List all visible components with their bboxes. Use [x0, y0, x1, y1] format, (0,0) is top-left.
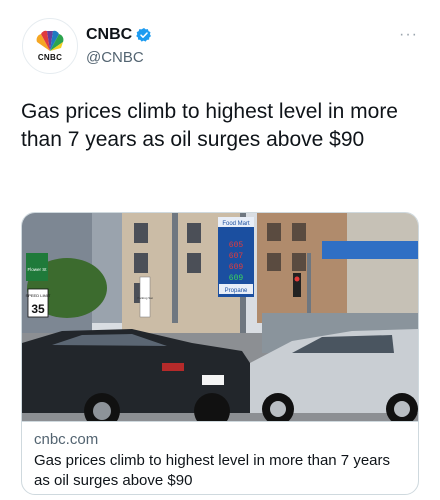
street-sign-text: Flower St: [27, 267, 47, 272]
display-name[interactable]: CNBC: [86, 26, 132, 44]
card-body[interactable]: cnbc.com Gas prices climb to highest lev…: [22, 421, 418, 494]
price-3: 609: [229, 263, 244, 272]
card-image[interactable]: Food Mart 605 607 609 609 Propane Flower…: [22, 213, 419, 421]
parking-sign-text: Parking Sat: [137, 296, 153, 300]
avatar-wordmark: CNBC: [37, 53, 63, 62]
propane-label: Propane: [225, 288, 248, 294]
cnbc-peacock-logo-icon: [36, 30, 64, 51]
more-options-icon[interactable]: ···: [399, 26, 418, 44]
avatar[interactable]: CNBC: [22, 18, 78, 74]
tweet-text: Gas prices climb to highest level in mor…: [21, 100, 398, 151]
card-domain[interactable]: cnbc.com: [34, 430, 408, 450]
handle[interactable]: @CNBC: [86, 49, 144, 66]
price-4: 609: [229, 274, 244, 283]
price-1: 605: [229, 241, 244, 250]
link-card[interactable]: Food Mart 605 607 609 609 Propane Flower…: [21, 212, 419, 495]
verified-badge-icon: [136, 28, 152, 42]
tweet: CNBC CNBC @CNBC ··· Gas prices climb to …: [0, 0, 440, 500]
card-title[interactable]: Gas prices climb to highest level in mor…: [34, 451, 408, 491]
price-2: 607: [229, 252, 244, 261]
name-row: CNBC: [86, 26, 152, 44]
speed-limit-value: 35: [31, 302, 45, 316]
speed-limit-label: SPEED LIMIT: [26, 293, 51, 298]
price-sign-header: Food Mart: [222, 221, 250, 227]
